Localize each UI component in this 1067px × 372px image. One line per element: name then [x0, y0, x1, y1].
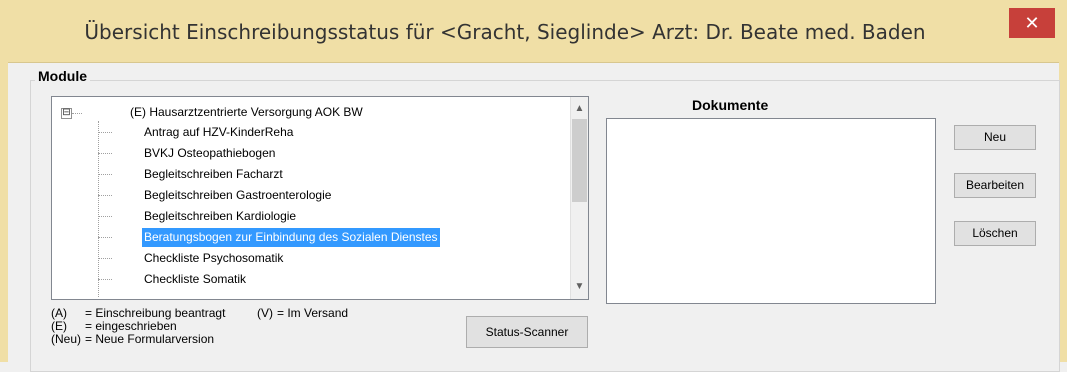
status-scanner-button[interactable]: Status-Scanner	[466, 316, 588, 348]
delete-button[interactable]: Löschen	[954, 221, 1036, 246]
tree-scrollbar[interactable]: ▲ ▼	[570, 97, 588, 299]
window-frame-right	[1059, 62, 1067, 362]
legend-code: (Neu)	[51, 332, 82, 346]
legend-code: (A)	[51, 306, 67, 320]
new-button[interactable]: Neu	[954, 125, 1036, 150]
scroll-down-arrow-icon[interactable]: ▼	[571, 281, 588, 292]
tree-item-selected[interactable]: Beratungsbogen zur Einbindung des Sozial…	[142, 228, 440, 247]
legend-code: (E)	[51, 319, 67, 333]
tree-item[interactable]: BVKJ Osteopathiebogen	[144, 144, 275, 163]
tree-item[interactable]: Begleitschreiben Gastroenterologie	[144, 186, 331, 205]
scrollbar-thumb[interactable]	[572, 119, 587, 202]
legend-text: = eingeschrieben	[85, 319, 177, 333]
title-bar: Übersicht Einschreibungsstatus für <Grac…	[0, 0, 1067, 63]
tree-connector	[98, 216, 112, 217]
documents-list[interactable]	[606, 118, 936, 304]
tree-connector	[98, 174, 112, 175]
legend-code: (V)	[257, 306, 273, 320]
legend-text: = Neue Formularversion	[85, 332, 215, 346]
documents-label: Dokumente	[692, 97, 769, 113]
tree-connector	[98, 279, 112, 280]
tree-connector	[98, 237, 112, 238]
window-title: Übersicht Einschreibungsstatus für <Grac…	[84, 20, 926, 44]
module-group-label: Module	[35, 68, 90, 84]
tree-connector-vertical	[98, 121, 99, 297]
tree-connector	[72, 113, 82, 114]
module-tree[interactable]: ⊟ (E) Hausarztzentrierte Versorgung AOK …	[51, 96, 589, 300]
tree-root-node[interactable]: (E) Hausarztzentrierte Versorgung AOK BW	[130, 103, 363, 122]
legend-text: = Einschreibung beantragt	[85, 306, 226, 320]
tree-item[interactable]: Begleitschreiben Facharzt	[144, 165, 283, 184]
window-frame-left	[0, 62, 8, 362]
tree-item[interactable]: Antrag auf HZV-KinderReha	[144, 123, 293, 142]
tree-item[interactable]: Checkliste Somatik	[144, 270, 246, 289]
legend-text: = Im Versand	[277, 306, 349, 320]
tree-connector	[98, 258, 112, 259]
close-button[interactable]: ✕	[1009, 8, 1055, 38]
tree-connector	[98, 153, 112, 154]
collapse-icon[interactable]: ⊟	[61, 108, 72, 119]
scroll-up-arrow-icon[interactable]: ▲	[571, 103, 588, 114]
tree-connector	[98, 132, 112, 133]
edit-button[interactable]: Bearbeiten	[954, 173, 1036, 198]
tree-item[interactable]: Checkliste Psychosomatik	[144, 249, 283, 268]
tree-connector	[98, 195, 112, 196]
tree-item[interactable]: Begleitschreiben Kardiologie	[144, 207, 296, 226]
